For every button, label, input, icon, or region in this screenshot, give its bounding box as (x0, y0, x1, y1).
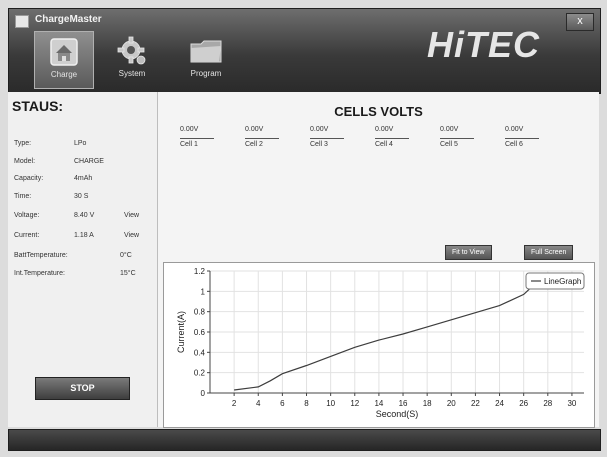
int-temperature-value: 15°C (120, 270, 136, 277)
cell-6-label: Cell 6 (505, 141, 523, 148)
title-toolbar-bar: ChargeMaster x Charge System Program HiT… (8, 8, 601, 94)
capacity-value: 4mAh (74, 175, 93, 182)
divider (245, 138, 279, 139)
cell-6: 0.00V Cell 6 (505, 126, 555, 148)
cell-1: 0.00V Cell 1 (180, 126, 230, 148)
y-tick-label: 1.2 (194, 267, 206, 276)
status-panel: STAUS: Type: LPo Model: CHARGE Capacity:… (8, 92, 158, 427)
folder-icon (190, 40, 222, 63)
batt-temperature-value: 0°C (120, 252, 132, 259)
y-axis-label: Current(A) (176, 311, 186, 353)
y-tick-label: 1 (201, 287, 206, 296)
charge-tab[interactable]: Charge (34, 31, 94, 89)
x-tick-label: 10 (326, 399, 335, 408)
home-icon (50, 38, 78, 66)
cell-3-value: 0.00V (310, 126, 329, 133)
x-tick-label: 22 (471, 399, 480, 408)
app-window: ChargeMaster x Charge System Program HiT… (0, 0, 607, 457)
cell-2-label: Cell 2 (245, 141, 263, 148)
charge-tab-label: Charge (50, 70, 78, 79)
system-tab[interactable]: System (103, 31, 161, 87)
gear-icon (117, 36, 146, 65)
full-screen-button[interactable]: Full Screen (524, 245, 574, 260)
cell-1-value: 0.00V (180, 126, 199, 133)
cell-4-value: 0.00V (375, 126, 394, 133)
stop-button[interactable]: STOP (35, 377, 130, 400)
divider (310, 138, 344, 139)
x-tick-label: 8 (304, 399, 309, 408)
x-tick-label: 4 (256, 399, 261, 408)
x-tick-label: 16 (399, 399, 408, 408)
y-tick-label: 0 (201, 389, 206, 398)
main-panel: CELLS VOLTS 0.00V Cell 1 0.00V Cell 2 0.… (158, 92, 599, 428)
legend-label: LineGraph (544, 277, 581, 286)
divider (440, 138, 474, 139)
time-label: Time: (14, 193, 32, 200)
status-bar (8, 429, 601, 451)
current-chart: 2 4 6 8 10 12 14 16 18 20 22 24 26 28 3000.20.40.60.81… (176, 267, 585, 419)
y-tick-label: 0.8 (194, 308, 206, 317)
cell-1-label: Cell 1 (180, 141, 198, 148)
cell-4: 0.00V Cell 4 (375, 126, 425, 148)
chart-frame: 2 4 6 8 10 12 14 16 18 20 22 24 26 28 30 0 0.2 0.4 0.6 0.8 1… (163, 262, 595, 428)
batt-temperature-label: BattTemperature: (14, 252, 68, 259)
program-tab-label: Program (190, 69, 222, 78)
type-value: LPo (74, 140, 87, 147)
program-tab[interactable]: Program (177, 31, 235, 87)
divider (375, 138, 409, 139)
cell-3-label: Cell 3 (310, 141, 328, 148)
divider (180, 138, 214, 139)
cells-volts-title: CELLS VOLTS (334, 104, 423, 119)
cell-4-label: Cell 4 (375, 141, 393, 148)
cell-5: 0.00V Cell 5 (440, 126, 490, 148)
x-tick-label: 24 (495, 399, 504, 408)
model-value: CHARGE (74, 158, 104, 165)
time-value: 30 S (74, 193, 89, 200)
x-tick-label: 28 (543, 399, 552, 408)
int-temperature-label: Int.Temperature: (14, 270, 65, 277)
close-button[interactable]: x (566, 13, 594, 31)
cell-6-value: 0.00V (505, 126, 524, 133)
type-label: Type: (14, 140, 32, 147)
system-tab-label: System (118, 69, 146, 78)
brand-logo: HiTEC (427, 24, 540, 65)
current-value: 1.18 A (74, 232, 94, 239)
y-tick-label: 0.6 (194, 328, 206, 337)
voltage-view-link[interactable]: View (124, 212, 139, 219)
x-tick-label: 2 (232, 399, 237, 408)
voltage-value: 8.40 V (74, 212, 95, 219)
cell-5-value: 0.00V (440, 126, 459, 133)
y-tick-label: 0.4 (194, 348, 206, 357)
current-view-link[interactable]: View (124, 232, 139, 239)
fit-to-view-button[interactable]: Fit to View (445, 245, 492, 260)
cell-2-value: 0.00V (245, 126, 264, 133)
cell-5-label: Cell 5 (440, 141, 458, 148)
x-tick-label: 30 (567, 399, 576, 408)
status-title: STAUS: (12, 98, 64, 114)
voltage-label: Voltage: (14, 212, 40, 219)
capacity-label: Capacity: (14, 175, 44, 182)
x-tick-label: 20 (447, 399, 456, 408)
cell-3: 0.00V Cell 3 (310, 126, 360, 148)
x-tick-label: 12 (350, 399, 359, 408)
x-tick-label: 26 (519, 399, 528, 408)
x-axis-label: Second(S) (376, 409, 419, 419)
y-tick-label: 0.2 (194, 369, 206, 378)
current-label: Current: (14, 232, 40, 239)
x-tick-label: 6 (280, 399, 285, 408)
app-title: ChargeMaster (35, 14, 102, 25)
divider (505, 138, 539, 139)
cell-2: 0.00V Cell 2 (245, 126, 295, 148)
x-tick-label: 14 (374, 399, 383, 408)
app-icon (15, 15, 29, 28)
model-label: Model: (14, 158, 36, 165)
x-tick-label: 18 (423, 399, 432, 408)
